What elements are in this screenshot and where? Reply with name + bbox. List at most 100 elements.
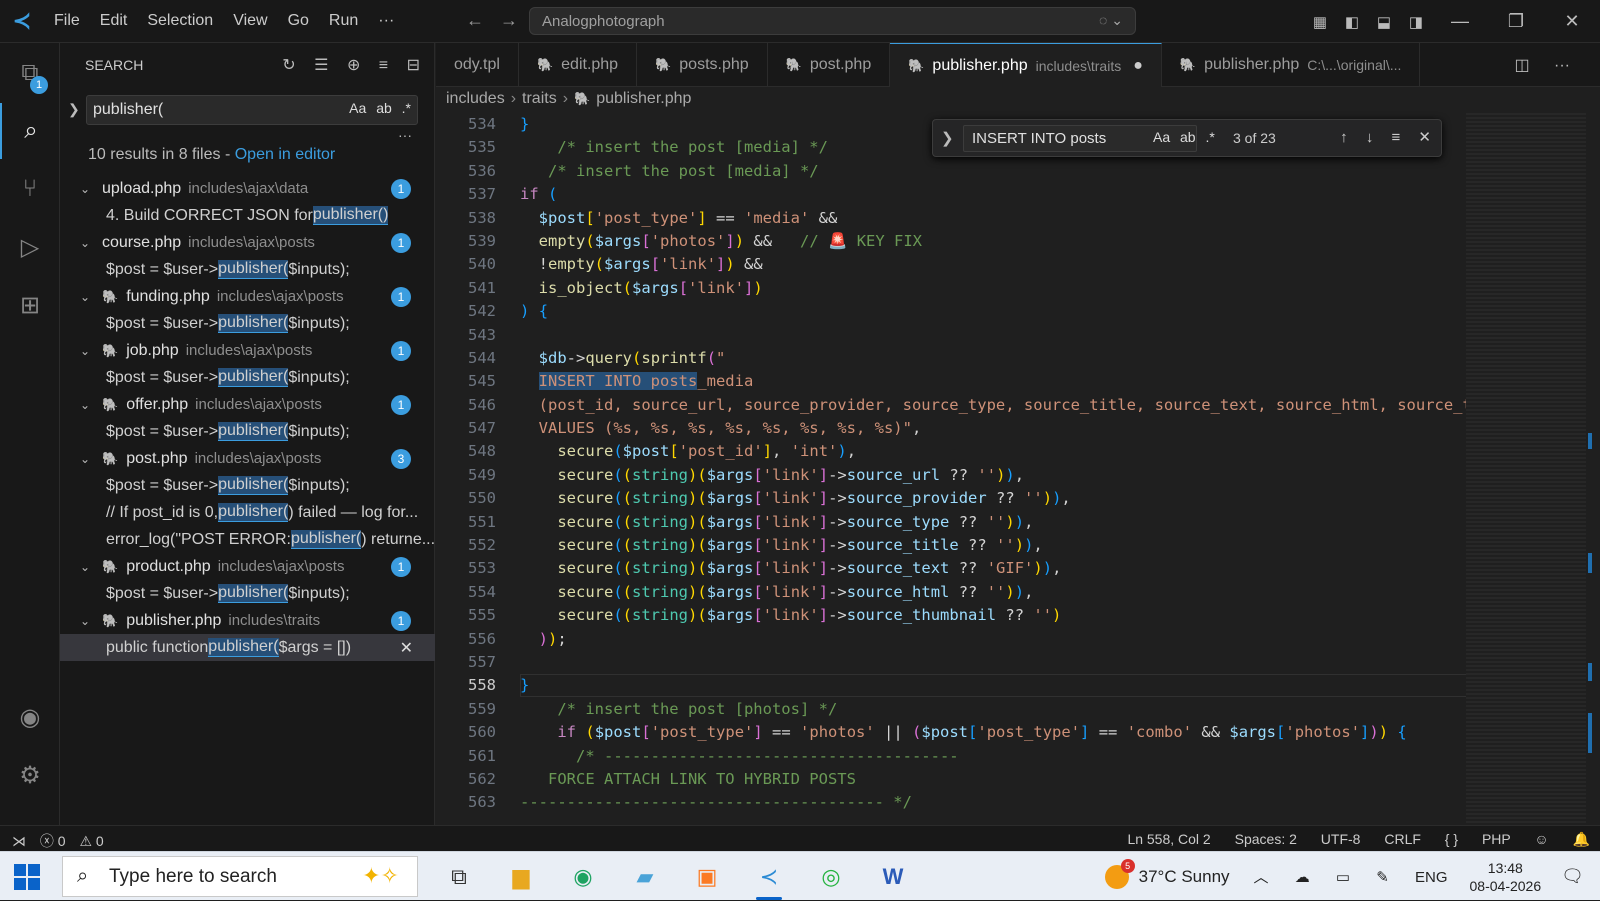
network-cloud-icon[interactable]: ☁ (1295, 869, 1310, 886)
toggle-sidebar-icon[interactable]: ◧ (1336, 13, 1368, 31)
menu-item[interactable]: View (223, 12, 277, 30)
previous-match-icon[interactable]: ↑ (1340, 129, 1348, 146)
command-center[interactable]: Analogphotograph ◌ ⌄ (529, 7, 1136, 35)
new-search-editor-icon[interactable]: ⊕ (347, 57, 360, 74)
word-icon[interactable]: W (862, 858, 924, 896)
result-file-row[interactable]: ⌄ 🐘 product.php includes\ajax\posts 1 (60, 553, 435, 580)
notepad-icon[interactable]: ▰ (614, 858, 676, 896)
dismiss-result-icon[interactable]: ✕ (400, 638, 413, 658)
windows-start-icon[interactable] (14, 864, 40, 890)
menu-item[interactable]: Edit (90, 12, 138, 30)
layout-customize-icon[interactable]: ▦ (1304, 13, 1336, 31)
chevron-down-icon[interactable]: ⌄ (80, 398, 102, 412)
chevron-down-icon[interactable]: ⌄ (80, 344, 102, 358)
result-match-row[interactable]: $post = $user-> publisher($inputs); (60, 310, 435, 337)
problems-indicator[interactable]: ⓧ 0 ⚠ 0 (40, 833, 114, 849)
result-file-row[interactable]: ⌄ 🐘 offer.php includes\ajax\posts 1 (60, 391, 435, 418)
result-file-row[interactable]: ⌄ 🐘 post.php includes\ajax\posts 3 (60, 445, 435, 472)
result-match-row[interactable]: $post = $user-> publisher($inputs); (60, 580, 435, 607)
more-actions-icon[interactable]: ··· (1554, 57, 1570, 74)
cursor-position[interactable]: Ln 558, Col 2 (1127, 831, 1210, 847)
chevron-down-icon[interactable]: ⌄ (80, 614, 102, 628)
menu-item[interactable]: Go (278, 12, 319, 30)
open-in-editor-link[interactable]: Open in editor (235, 146, 336, 163)
account-icon[interactable]: ◉ (0, 689, 60, 745)
code-editor[interactable]: 534} 535 /* insert the post [media] */536… (436, 113, 1466, 825)
use-regex-toggle[interactable]: .* (402, 100, 411, 116)
result-match-row[interactable]: error_log("POST ERROR: publisher() retur… (60, 526, 435, 553)
language-mode[interactable]: { } PHP (1445, 831, 1511, 847)
find-match-case-toggle[interactable]: Aa (1153, 129, 1170, 145)
taskbar-search-box[interactable]: ⌕ Type here to search ✦✧ (62, 856, 418, 897)
toggle-replace-chevron-icon[interactable]: ❯ (68, 101, 80, 118)
match-whole-word-toggle[interactable]: ab (376, 100, 392, 116)
menu-item[interactable]: ··· (368, 12, 404, 30)
task-view-icon[interactable]: ⧉ (428, 858, 490, 896)
notifications-bell-icon[interactable]: 🔔 (1573, 831, 1590, 847)
result-match-row[interactable]: $post = $user-> publisher($inputs); (60, 364, 435, 391)
copilot-status-icon[interactable]: ☺ (1534, 831, 1548, 847)
result-match-row[interactable]: $post = $user-> publisher($inputs); (60, 472, 435, 499)
chrome-icon[interactable]: ◉ (552, 858, 614, 896)
result-file-row[interactable]: ⌄ 🐘 funding.php includes\ajax\posts 1 (60, 283, 435, 310)
result-match-row[interactable]: $post = $user-> publisher($inputs); (60, 256, 435, 283)
result-file-row[interactable]: ⌄ course.php includes\ajax\posts 1 (60, 229, 435, 256)
editor-tab[interactable]: 🐘 publisher.php C:\...\original\... (1162, 43, 1421, 87)
collapse-all-icon[interactable]: ⊟ (407, 57, 420, 74)
find-in-selection-icon[interactable]: ≡ (1391, 129, 1400, 146)
weather-widget[interactable]: 5 37°C Sunny (1104, 858, 1230, 889)
back-arrow-icon[interactable]: ← (466, 10, 484, 30)
minimize-icon[interactable]: — (1432, 11, 1488, 32)
pen-icon[interactable]: ✎ (1376, 869, 1389, 886)
toggle-replace-icon[interactable]: ❯ (941, 129, 954, 147)
xampp-icon[interactable]: ▣ (676, 858, 738, 896)
chevron-down-icon[interactable]: ⌄ (80, 236, 102, 250)
end-of-line[interactable]: CRLF (1384, 831, 1421, 847)
chevron-down-icon[interactable]: ⌄ (80, 452, 102, 466)
split-editor-icon[interactable]: ◫ (1514, 57, 1529, 74)
result-match-row[interactable]: 4. Build CORRECT JSON for publisher() (60, 202, 435, 229)
breadcrumb-item[interactable]: includes (446, 90, 505, 108)
unsaved-dot-icon[interactable]: ● (1133, 57, 1143, 75)
chevron-down-icon[interactable]: ⌄ (80, 182, 102, 196)
refresh-icon[interactable]: ↻ (282, 57, 295, 74)
minimap[interactable] (1466, 113, 1586, 825)
result-match-row[interactable]: // If post_id is 0, publisher() failed —… (60, 499, 435, 526)
find-regex-toggle[interactable]: .* (1205, 129, 1214, 145)
chevron-down-icon[interactable]: ⌄ (80, 560, 102, 574)
chevron-down-icon[interactable]: ⌄ (80, 290, 102, 304)
indentation[interactable]: Spaces: 2 (1235, 831, 1297, 847)
menu-item[interactable]: Run (319, 12, 368, 30)
explorer-icon[interactable]: ⧉ 1 (0, 45, 60, 101)
close-find-icon[interactable]: ✕ (1418, 129, 1431, 146)
clock[interactable]: 13:48 08-04-2026 (1470, 859, 1542, 895)
language-indicator[interactable]: ENG (1415, 869, 1448, 886)
breadcrumb-item[interactable]: publisher.php (596, 90, 691, 108)
menu-item[interactable]: Selection (137, 12, 223, 30)
match-case-toggle[interactable]: Aa (349, 100, 366, 116)
editor-tab[interactable]: 🐘 edit.php (519, 43, 638, 87)
toggle-panel-icon[interactable]: ⬓ (1368, 13, 1400, 31)
result-file-row[interactable]: ⌄ 🐘 job.php includes\ajax\posts 1 (60, 337, 435, 364)
editor-tab[interactable]: 🐘 posts.php (637, 43, 768, 87)
result-match-row[interactable]: public function publisher($args = []) ✕ (60, 634, 435, 661)
result-file-row[interactable]: ⌄ upload.php includes\ajax\data 1 (60, 175, 435, 202)
editor-tab[interactable]: 🐘 post.php (768, 43, 891, 87)
whatsapp-icon[interactable]: ◎ (800, 858, 862, 896)
editor-tab[interactable]: 🐘 publisher.php includes\traits ● (890, 43, 1162, 87)
source-control-icon[interactable]: ⑂ (0, 161, 60, 217)
clear-results-icon[interactable]: ☰ (314, 57, 328, 74)
encoding[interactable]: UTF-8 (1321, 831, 1361, 847)
copilot-icon[interactable]: ◌ ⌄ (1099, 12, 1123, 29)
forward-arrow-icon[interactable]: → (500, 10, 518, 30)
search-icon[interactable]: ⌕ (0, 103, 60, 159)
vertical-scrollbar[interactable] (1586, 113, 1596, 825)
editor-tab[interactable]: ody.tpl (436, 43, 519, 87)
menu-item[interactable]: File (44, 12, 90, 30)
vscode-taskbar-icon[interactable]: ≺ (738, 858, 800, 900)
close-window-icon[interactable]: ✕ (1544, 11, 1600, 32)
breadcrumb-item[interactable]: traits (522, 90, 557, 108)
result-file-row[interactable]: ⌄ 🐘 publisher.php includes\traits 1 (60, 607, 435, 634)
device-icon[interactable]: ▭ (1336, 869, 1350, 886)
result-match-row[interactable]: $post = $user-> publisher($inputs); (60, 418, 435, 445)
